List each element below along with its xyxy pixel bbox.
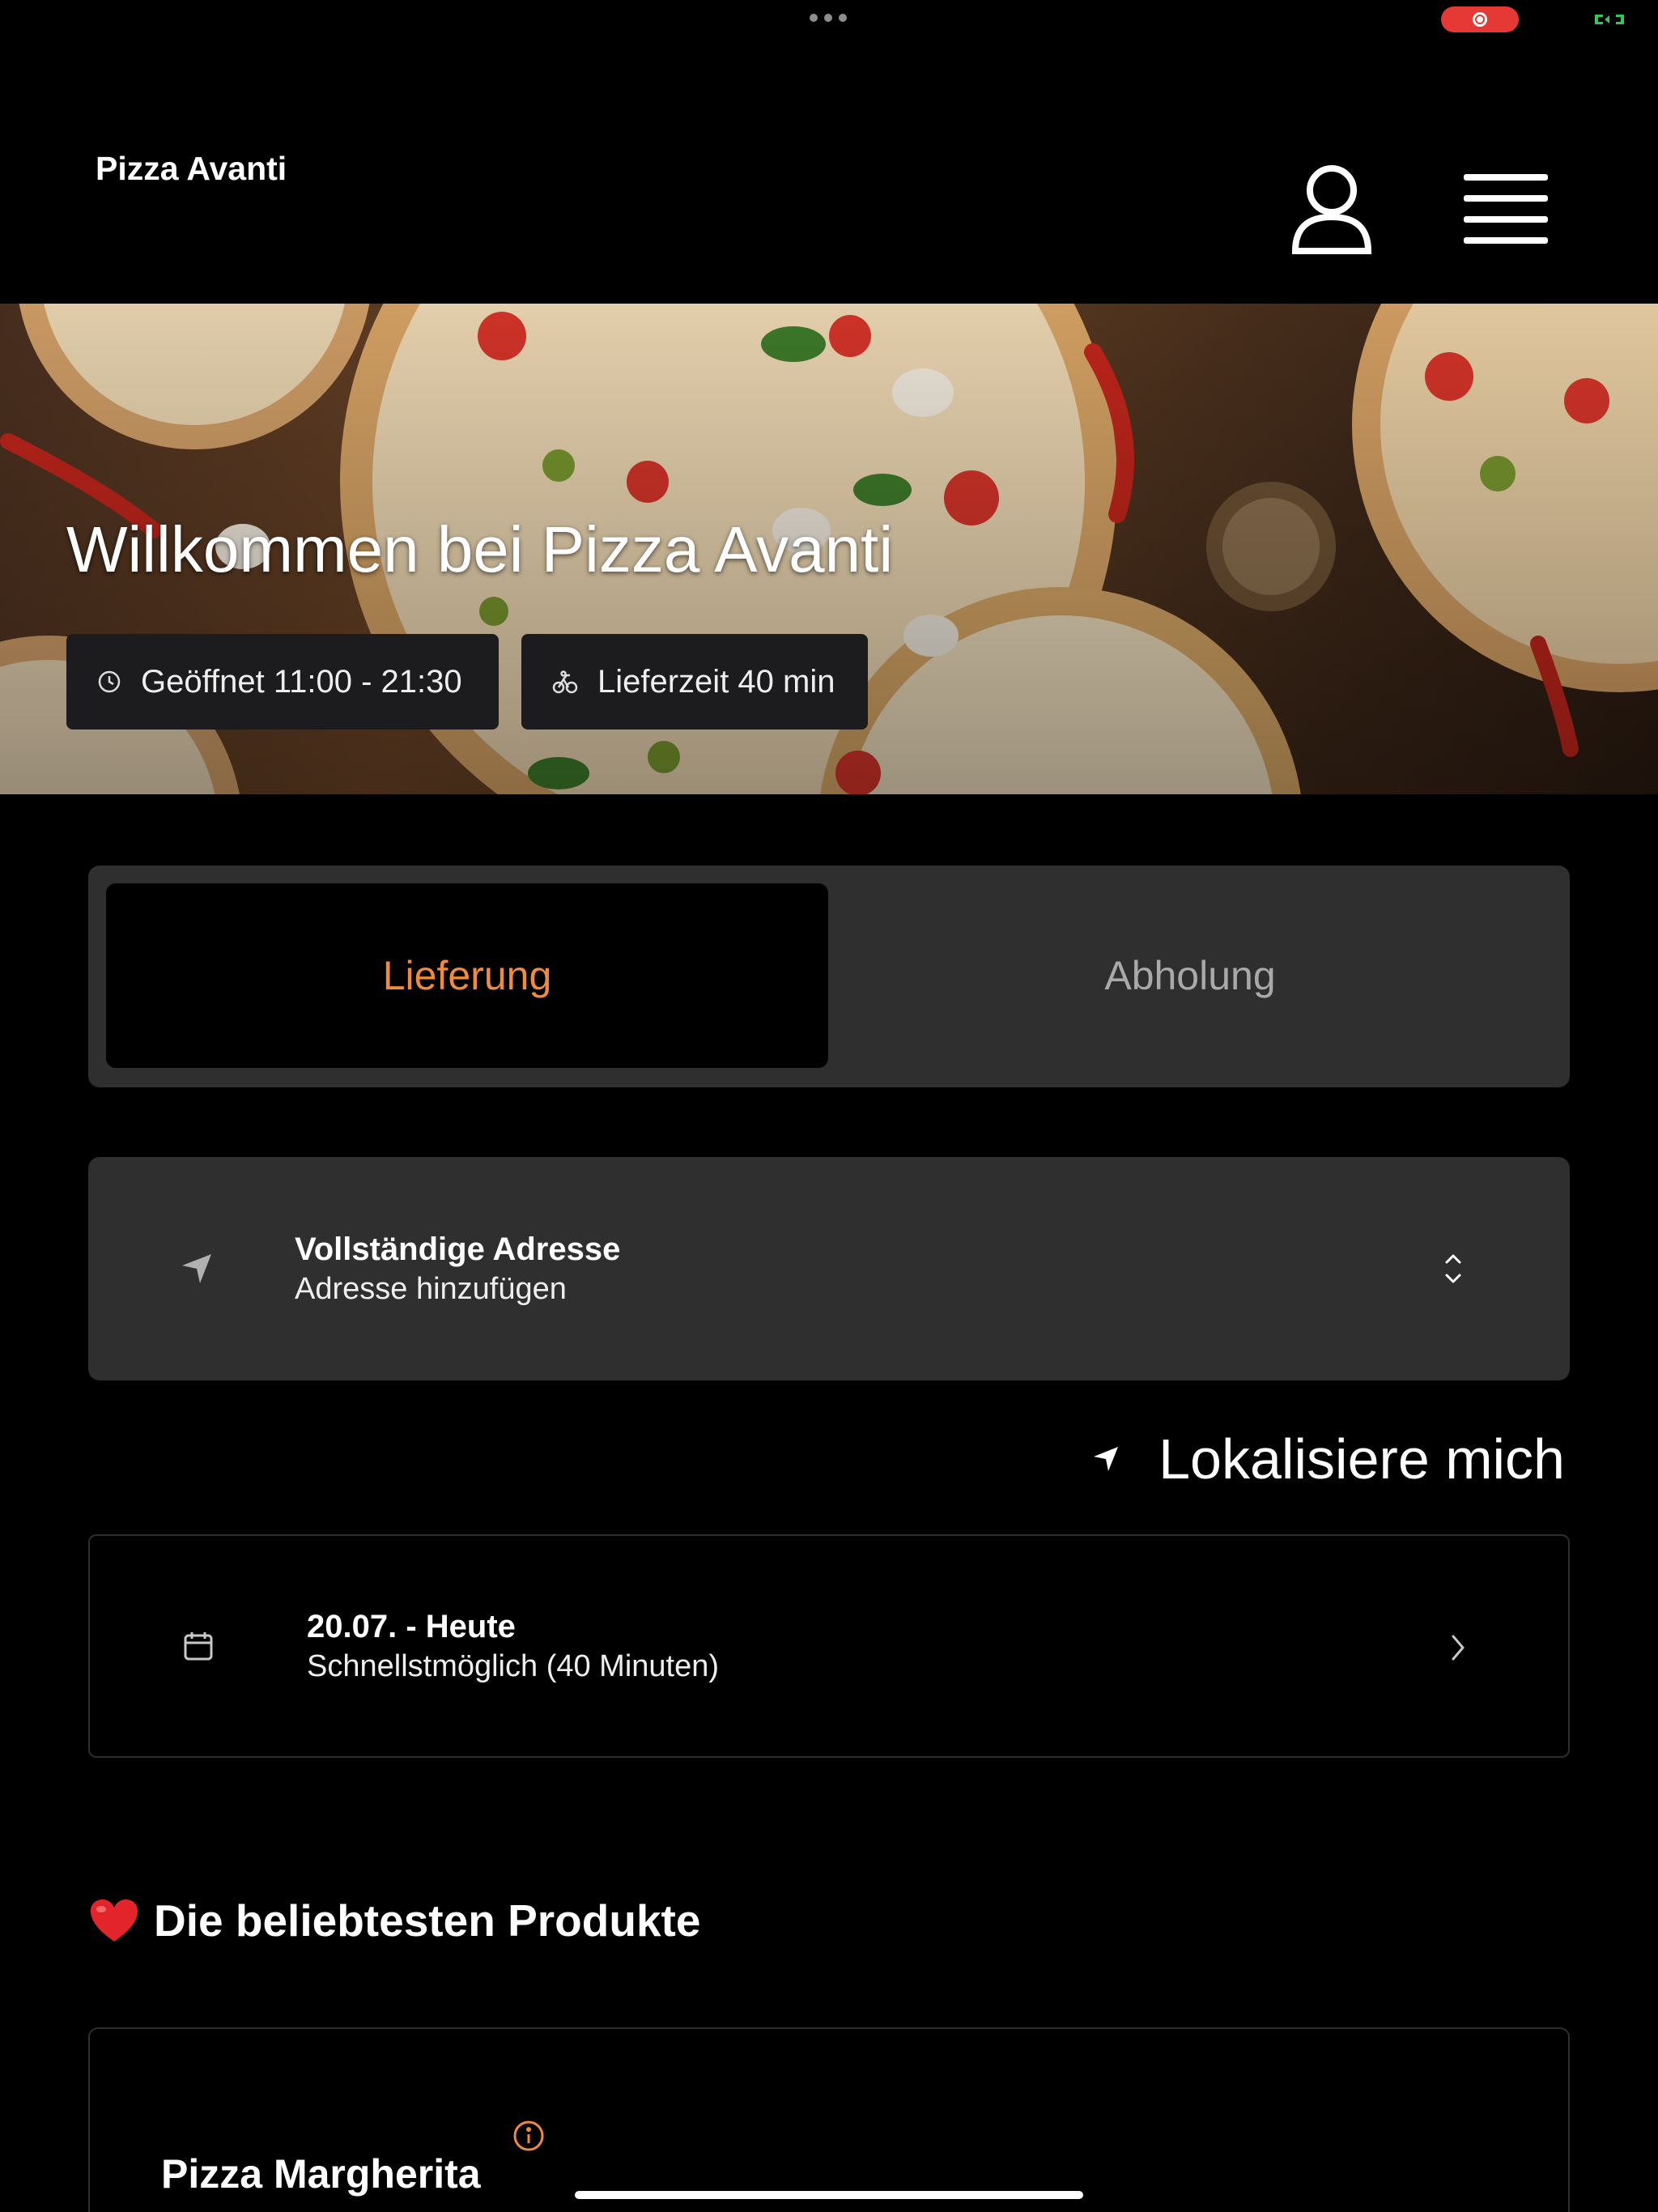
user-icon[interactable]: [1287, 162, 1376, 259]
chevron-up-down-icon: [1445, 1254, 1461, 1283]
address-selector[interactable]: Vollständige Adresse Adresse hinzufügen: [88, 1157, 1570, 1380]
location-arrow-icon: [182, 1254, 211, 1283]
popular-products-heading: Die beliebtesten Produkte: [89, 1895, 700, 1946]
hamburger-menu-icon[interactable]: [1464, 174, 1548, 247]
brand-title[interactable]: Pizza Avanti: [96, 150, 287, 188]
product-name: Pizza Margherita: [161, 2151, 481, 2197]
locate-me-button[interactable]: Lokalisiere mich: [1092, 1427, 1565, 1491]
calendar-icon: [184, 1632, 213, 1661]
delivery-time-badge: Lieferzeit 40 min: [521, 634, 868, 730]
info-icon[interactable]: [512, 2120, 545, 2152]
locate-me-label: Lokalisiere mich: [1158, 1427, 1565, 1491]
opening-hours-text: Geöffnet 11:00 - 21:30: [141, 663, 462, 700]
address-placeholder: Adresse hinzufügen: [295, 1272, 567, 1306]
battery-icon: [1595, 15, 1624, 24]
popular-products-title: Die beliebtesten Produkte: [154, 1895, 701, 1946]
hero-banner: Willkommen bei Pizza Avanti Geöffnet 11:…: [0, 304, 1658, 794]
delivery-time-text: Lieferzeit 40 min: [597, 663, 835, 700]
delivery-time-option: Schnellstmöglich (40 Minuten): [307, 1649, 720, 1683]
delivery-time-selector[interactable]: 20.07. - Heute Schnellstmöglich (40 Minu…: [88, 1534, 1570, 1758]
bicycle-icon: [552, 670, 578, 694]
opening-hours-badge: Geöffnet 11:00 - 21:30: [66, 634, 499, 730]
order-mode-toggle: Lieferung Abholung: [88, 866, 1570, 1087]
clock-icon: [98, 670, 121, 693]
delivery-date: 20.07. - Heute: [307, 1609, 516, 1644]
home-indicator[interactable]: [575, 2191, 1083, 2199]
tab-pickup[interactable]: Abholung: [829, 883, 1551, 1068]
heart-icon: [91, 1899, 138, 1942]
product-card[interactable]: Pizza Margherita: [88, 2027, 1570, 2212]
more-dots-icon[interactable]: [810, 14, 847, 22]
address-title: Vollständige Adresse: [295, 1231, 621, 1267]
location-arrow-icon: [1094, 1447, 1119, 1471]
tab-delivery[interactable]: Lieferung: [106, 883, 828, 1068]
status-bar: [0, 0, 1658, 40]
screen-record-icon[interactable]: [1441, 6, 1519, 32]
chevron-right-icon: [1452, 1635, 1465, 1661]
welcome-title: Willkommen bei Pizza Avanti: [66, 513, 894, 585]
app-header: Pizza Avanti: [0, 40, 1658, 304]
